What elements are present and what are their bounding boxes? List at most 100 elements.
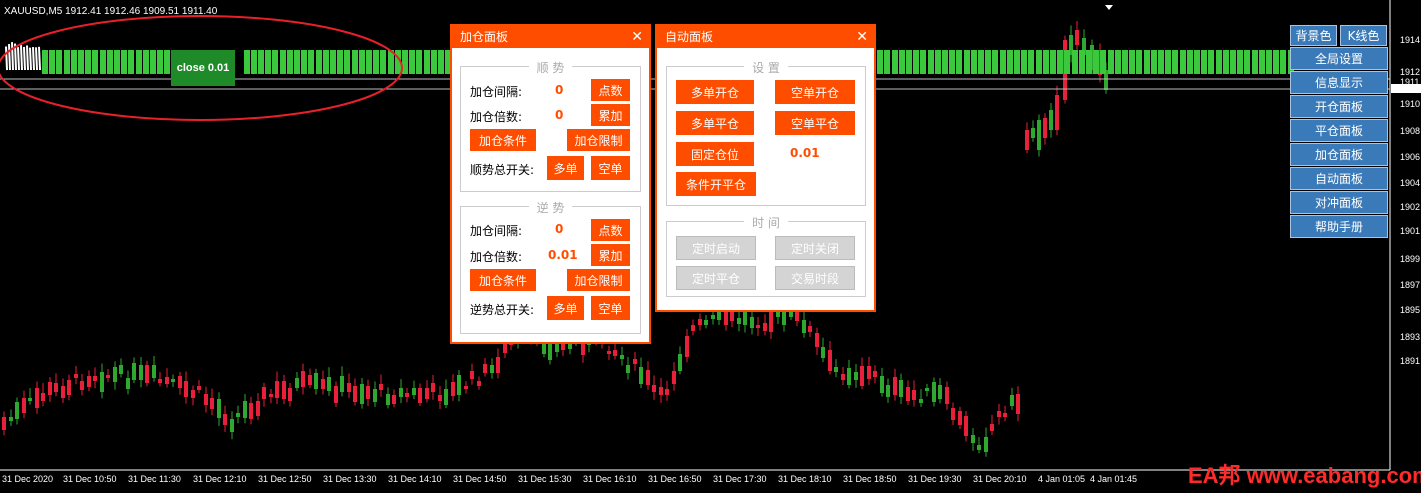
order-marker: [11, 42, 14, 71]
order-marker: [1230, 50, 1236, 74]
menu-item[interactable]: 帮助手册: [1290, 215, 1388, 238]
candle-body: [652, 385, 656, 392]
candle-body: [1043, 118, 1047, 138]
candle-body: [386, 394, 390, 405]
order-marker: [17, 47, 20, 71]
counter-interval-value[interactable]: 0: [555, 222, 563, 236]
menu-item[interactable]: 信息显示: [1290, 71, 1388, 94]
time-axis-label: 31 Dec 14:10: [388, 474, 442, 484]
menu-item[interactable]: 平仓面板: [1290, 119, 1388, 142]
short-close-button[interactable]: 空单平仓: [775, 111, 855, 135]
candle-body: [353, 386, 357, 402]
candle-body: [639, 367, 643, 384]
order-marker: [1136, 50, 1142, 74]
menu-item[interactable]: 加仓面板: [1290, 143, 1388, 166]
trend-group-title: 顺 势: [528, 59, 573, 76]
counter-points-button[interactable]: 点数: [591, 219, 630, 241]
trend-short-button[interactable]: 空单: [591, 156, 630, 180]
order-marker: [1194, 50, 1200, 74]
counter-short-button[interactable]: 空单: [591, 296, 630, 320]
trend-accumulate-button[interactable]: 累加: [591, 104, 630, 126]
trend-multiplier-value[interactable]: 0: [555, 108, 563, 122]
candle-body: [438, 395, 442, 401]
candle-body: [444, 389, 448, 405]
timed-stop-button[interactable]: 定时关闭: [775, 236, 855, 260]
trend-limit-button[interactable]: 加仓限制: [567, 129, 630, 151]
candle-body: [418, 388, 422, 403]
price-axis-label: 1912: [1400, 67, 1421, 77]
time-axis-label: 31 Dec 19:30: [908, 474, 962, 484]
fixed-lot-value[interactable]: 0.01: [790, 146, 820, 160]
order-marker: [1129, 50, 1135, 74]
close-order-button[interactable]: close 0.01: [171, 50, 235, 86]
order-marker: [294, 50, 300, 74]
candle-body: [867, 366, 871, 379]
order-marker: [402, 50, 408, 74]
candle-body: [145, 365, 149, 383]
close-icon[interactable]: ✕: [631, 26, 643, 48]
order-marker: [280, 50, 286, 74]
counter-limit-button[interactable]: 加仓限制: [567, 269, 630, 291]
candle-body: [457, 375, 461, 395]
candle-body: [906, 387, 910, 401]
counter-multiplier-value[interactable]: 0.01: [548, 248, 578, 262]
menu-item[interactable]: 对冲面板: [1290, 191, 1388, 214]
order-marker: [121, 50, 127, 74]
candle-color-button[interactable]: K线色: [1340, 25, 1387, 46]
timed-close-button[interactable]: 定时平仓: [676, 266, 756, 290]
candle-body: [61, 386, 65, 398]
long-open-button[interactable]: 多单开仓: [676, 80, 754, 104]
candle-body: [763, 323, 767, 331]
candle-body: [236, 413, 240, 417]
candle-body: [464, 386, 468, 389]
trend-condition-button[interactable]: 加仓条件: [470, 129, 536, 151]
auto-panel-title: 自动面板: [665, 30, 714, 44]
counter-condition-button[interactable]: 加仓条件: [470, 269, 536, 291]
order-marker: [1252, 50, 1258, 74]
order-marker: [942, 50, 948, 74]
short-open-button[interactable]: 空单开仓: [775, 80, 855, 104]
order-marker: [1100, 50, 1106, 74]
candle-body: [704, 320, 708, 325]
order-marker: [1079, 50, 1085, 74]
conditional-open-close-button[interactable]: 条件开平仓: [676, 172, 756, 196]
candle-body: [1037, 120, 1041, 150]
order-marker: [1072, 50, 1078, 74]
background-color-button[interactable]: 背景色: [1290, 25, 1337, 46]
order-marker: [157, 50, 163, 74]
timed-start-button[interactable]: 定时启动: [676, 236, 756, 260]
candle-body: [483, 364, 487, 373]
menu-item[interactable]: 全局设置: [1290, 47, 1388, 70]
order-marker: [1050, 50, 1056, 74]
time-group-title: 时 间: [744, 214, 788, 231]
trend-interval-value[interactable]: 0: [555, 83, 563, 97]
candle-body: [964, 416, 968, 436]
candle-body: [269, 394, 273, 397]
time-axis-label: 31 Dec 10:50: [63, 474, 117, 484]
candle-body: [100, 372, 104, 392]
counter-long-button[interactable]: 多单: [547, 296, 584, 320]
fixed-lot-button[interactable]: 固定仓位: [676, 142, 754, 166]
candle-body: [191, 390, 195, 398]
long-close-button[interactable]: 多单平仓: [676, 111, 754, 135]
order-marker: [64, 50, 70, 74]
candle-body: [132, 363, 136, 380]
order-marker: [1237, 50, 1243, 74]
candle-body: [743, 310, 747, 325]
candle-body: [724, 311, 728, 325]
trend-points-button[interactable]: 点数: [591, 79, 630, 101]
candle-body: [360, 384, 364, 404]
menu-item[interactable]: 开仓面板: [1290, 95, 1388, 118]
counter-accumulate-button[interactable]: 累加: [591, 244, 630, 266]
order-marker: [29, 47, 32, 71]
candle-body: [971, 435, 975, 443]
price-axis-label: 1891: [1400, 356, 1421, 366]
price-axis-label: 1908: [1400, 126, 1421, 136]
close-icon[interactable]: ✕: [856, 26, 868, 48]
trade-session-button[interactable]: 交易时段: [775, 266, 855, 290]
trend-long-button[interactable]: 多单: [547, 156, 584, 180]
candle-body: [451, 382, 455, 396]
price-axis-label: 1911: [1400, 77, 1420, 87]
time-axis-label: 31 Dec 13:30: [323, 474, 377, 484]
menu-item[interactable]: 自动面板: [1290, 167, 1388, 190]
